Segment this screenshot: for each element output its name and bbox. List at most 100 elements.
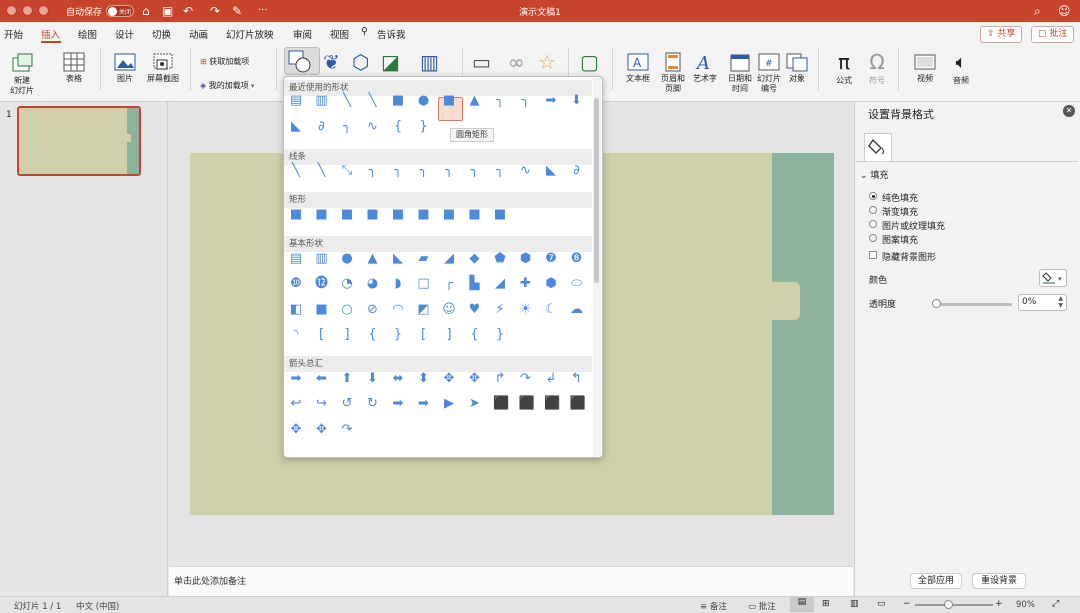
- shape-option[interactable]: ↰: [570, 372, 584, 386]
- shape-option[interactable]: ⬍: [417, 372, 431, 386]
- shape-option[interactable]: ⬟: [493, 252, 507, 266]
- shape-option[interactable]: ○: [340, 303, 354, 317]
- shape-option[interactable]: ↷: [519, 372, 533, 386]
- zoom-level[interactable]: 90%: [1016, 600, 1035, 610]
- zoom-slider[interactable]: [915, 604, 993, 606]
- shape-option[interactable]: ↩: [289, 397, 303, 411]
- shape-option[interactable]: ╲: [289, 164, 303, 178]
- language-status[interactable]: 中文 (中国): [76, 600, 119, 612]
- shape-option[interactable]: ◝: [289, 328, 303, 342]
- fill-tab[interactable]: [864, 133, 892, 161]
- action-button[interactable]: ▭: [472, 50, 491, 74]
- shape-option[interactable]: ▲: [468, 94, 482, 108]
- shape-option[interactable]: ▥: [315, 94, 329, 108]
- shape-option[interactable]: ╮: [493, 94, 507, 108]
- shape-option[interactable]: □: [417, 277, 431, 291]
- shape-option[interactable]: ◩: [417, 303, 431, 317]
- shape-option[interactable]: ▶: [442, 397, 456, 411]
- shape-option[interactable]: ⬢: [519, 252, 533, 266]
- shape-option[interactable]: ┌: [442, 277, 456, 291]
- transparency-slider[interactable]: [934, 303, 1012, 306]
- shape-option[interactable]: }: [391, 328, 405, 342]
- shape-option[interactable]: {: [366, 328, 380, 342]
- shape-option[interactable]: ╮: [340, 120, 354, 134]
- notes-toggle[interactable]: ≡ 备注: [700, 600, 727, 612]
- share-button[interactable]: ⇪ 共享: [980, 26, 1023, 43]
- shape-option[interactable]: ◆: [468, 252, 482, 266]
- shape-option[interactable]: ↱: [493, 372, 507, 386]
- fit-window-icon[interactable]: ⤢: [1052, 599, 1059, 609]
- sorter-view-icon[interactable]: ⊞: [822, 599, 830, 609]
- shape-option[interactable]: ●: [340, 252, 354, 266]
- shape-option[interactable]: ➡: [417, 397, 431, 411]
- tab-insert[interactable]: 插入: [41, 27, 60, 41]
- shape-option[interactable]: ◣: [289, 120, 303, 134]
- shape-option[interactable]: ╮: [366, 164, 380, 178]
- reset-background-button[interactable]: 重设背景: [972, 573, 1026, 589]
- header-footer-button[interactable]: 页眉和 页脚: [658, 52, 688, 94]
- slide-side-strip[interactable]: [772, 153, 834, 515]
- shape-option[interactable]: ⬛: [570, 397, 586, 411]
- shape-option[interactable]: [: [417, 328, 431, 342]
- shape-option[interactable]: ◠: [391, 303, 405, 317]
- account-icon[interactable]: ☺: [1058, 3, 1071, 19]
- shape-option[interactable]: ∿: [519, 164, 533, 178]
- shape-option[interactable]: ☀: [519, 303, 533, 317]
- shape-option[interactable]: ➤: [468, 397, 482, 411]
- shape-option[interactable]: ▤: [289, 252, 303, 266]
- shape-option[interactable]: ●: [417, 94, 431, 108]
- datetime-button[interactable]: 日期和 时间: [724, 52, 756, 94]
- shape-option[interactable]: {: [468, 328, 482, 342]
- link-button[interactable]: ∞: [508, 50, 525, 74]
- shape-option[interactable]: ▲: [366, 252, 380, 266]
- zoom-in-icon[interactable]: +: [995, 599, 1003, 609]
- pattern-fill-radio[interactable]: [869, 234, 877, 242]
- shape-option[interactable]: ↻: [366, 397, 380, 411]
- shape-option[interactable]: ■: [391, 94, 405, 108]
- shape-option[interactable]: ⬛: [519, 397, 535, 411]
- dropdown-scroll-thumb[interactable]: [594, 98, 599, 283]
- picture-button[interactable]: 图片: [108, 52, 142, 84]
- shape-option[interactable]: ⬛: [544, 397, 560, 411]
- new-slide-button[interactable]: 新建 幻灯片: [4, 52, 40, 96]
- screenshot-button[interactable]: 屏幕截图: [143, 52, 183, 84]
- slideshow-view-icon[interactable]: ▭: [877, 599, 886, 609]
- shape-option[interactable]: ∂: [315, 120, 329, 134]
- get-addins-button[interactable]: ⊞ 获取加载项: [200, 56, 249, 67]
- table-button[interactable]: 表格: [56, 52, 92, 84]
- fill-section-header[interactable]: ⌄ 填充: [860, 168, 888, 181]
- comments-toggle[interactable]: ▭ 批注: [748, 600, 776, 612]
- shape-option[interactable]: ⬆: [340, 372, 354, 386]
- search-icon[interactable]: ⌕: [1034, 3, 1041, 19]
- icons-button[interactable]: ❦: [323, 50, 340, 74]
- tell-me[interactable]: 告诉我: [377, 27, 406, 41]
- shape-option[interactable]: ■: [442, 208, 456, 222]
- shape-option[interactable]: ☾: [544, 303, 558, 317]
- tab-home[interactable]: 开始: [4, 27, 23, 41]
- shape-option[interactable]: ╲: [315, 164, 329, 178]
- favorites-button[interactable]: ☆: [538, 50, 556, 74]
- shape-option[interactable]: ◔: [340, 277, 354, 291]
- shape-option[interactable]: ↲: [544, 372, 558, 386]
- shape-option[interactable]: ■: [468, 208, 482, 222]
- shape-option[interactable]: ■: [289, 208, 303, 222]
- shape-option[interactable]: ⤡: [340, 164, 354, 178]
- shape-option[interactable]: ◢: [442, 252, 456, 266]
- shape-option[interactable]: ■: [391, 208, 405, 222]
- shape-option[interactable]: ➡: [391, 397, 405, 411]
- shape-option[interactable]: ✚: [519, 277, 533, 291]
- shape-option[interactable]: ╮: [493, 164, 507, 178]
- solid-fill-radio[interactable]: [869, 192, 877, 200]
- shape-option[interactable]: ✥: [315, 423, 329, 437]
- transparency-input[interactable]: 0% ▲ ▼: [1018, 294, 1067, 311]
- textbox-button[interactable]: A 文本框: [620, 52, 656, 84]
- picture-fill-radio[interactable]: [869, 220, 877, 228]
- shape-option[interactable]: ⬢: [544, 277, 558, 291]
- shape-option[interactable]: ◢: [493, 277, 507, 291]
- chart-button[interactable]: ▥: [420, 50, 439, 74]
- shape-option[interactable]: ╮: [519, 94, 533, 108]
- shape-option[interactable]: ⬇: [570, 94, 584, 108]
- shapes-button[interactable]: [284, 47, 320, 75]
- shape-option[interactable]: ■: [417, 208, 431, 222]
- shape-option[interactable]: ◕: [366, 277, 380, 291]
